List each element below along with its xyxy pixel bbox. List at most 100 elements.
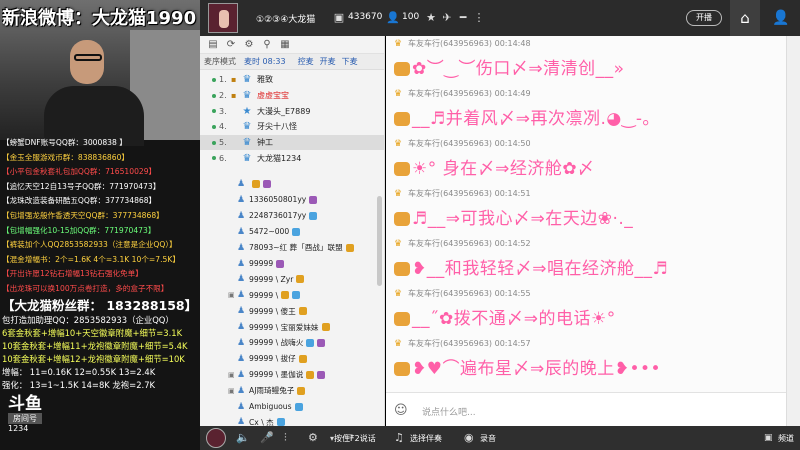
queue-item[interactable]: 4. ♛ 牙尖十八怪: [200, 119, 384, 135]
user-icon: ♟: [236, 353, 246, 364]
user-row[interactable]: ♟ 99999 \ Zyr: [200, 271, 384, 287]
user-row[interactable]: ▣ ♟ AJ雨琦鳗兔子: [200, 383, 384, 399]
video-stream: 新浪微博：大龙猫1990 【螃蟹DNF账号QQ群：3000838 】【金玉全服游…: [0, 0, 200, 450]
mic-mode-label[interactable]: 麦序模式: [204, 56, 236, 67]
location-icon[interactable]: ⚲: [260, 39, 274, 50]
online-dot: [212, 109, 216, 114]
message-sender[interactable]: 车友车行(643956963): [408, 189, 492, 198]
user-row[interactable]: ▣ ♟ 99999 \ 墨伽说: [200, 367, 384, 383]
user-row[interactable]: ♟ 99999 \ 宝丽爱妹妹: [200, 319, 384, 335]
mixer-icon[interactable]: ⫶: [284, 431, 287, 445]
message-sender[interactable]: 车友车行(643956963): [408, 239, 492, 248]
message-time: 00:14:57: [494, 339, 531, 348]
user-name: AJ雨琦鳗兔子: [249, 386, 295, 396]
queue-item[interactable]: 2. ▪ ♛ 虚虚宝宝: [200, 88, 384, 104]
user-icon: ♟: [236, 369, 246, 380]
viewer-count: 433670: [348, 12, 383, 22]
mic-icon[interactable]: 🎤: [260, 431, 274, 444]
home-icon[interactable]: ⌂: [730, 0, 760, 36]
chat-message: ♛ 车友车行(643956963) 00:14:49 __♬并着风〆⇒再次凛冽.◕‿…: [386, 88, 786, 138]
queue-item[interactable]: 1. ▪ ♛ 雅致: [200, 72, 384, 88]
user-icon: ♟: [236, 306, 246, 317]
overlay-line: 【包增强龙般作香透天空QQ群：377734868】: [2, 210, 164, 220]
more-icon[interactable]: ⋮: [472, 11, 486, 25]
accompany-label[interactable]: 选择伴奏: [410, 433, 442, 444]
queue-item[interactable]: 5. ♛ 钟工: [200, 134, 384, 151]
user-row[interactable]: ♟ 1336050801yy: [200, 192, 384, 208]
self-avatar[interactable]: [206, 428, 226, 448]
star-icon[interactable]: ★: [424, 11, 438, 25]
chat-message: ♛ 车友车行(643956963) 00:14:50 ☀° 身在〆⇒经济舱✿〆: [386, 138, 786, 188]
emoji-icon[interactable]: ☺: [394, 403, 408, 418]
user-row[interactable]: ♟ Ambiguous: [200, 399, 384, 415]
mic-mode-bar: 麦序模式 麦时 08:33 控麦 开麦 下麦: [200, 54, 384, 70]
user-row[interactable]: ♟ 99999 \ 拔仔: [200, 351, 384, 367]
message-text: ❥__和我轻轻〆⇒唱在经济舱__♬: [412, 259, 669, 279]
user-row[interactable]: ♟ 99999 \ 傻王: [200, 303, 384, 319]
message-sender[interactable]: 车友车行(643956963): [408, 39, 492, 48]
badge-icon: [298, 354, 307, 363]
channel-label[interactable]: 频道: [778, 433, 794, 444]
queue-number: 5.: [219, 138, 227, 148]
list-icon[interactable]: ▤: [206, 39, 220, 50]
user-row[interactable]: ♟ 2248736017yy: [200, 208, 384, 224]
user-row[interactable]: ♟ 78093~红 葬「酉战」联盟: [200, 240, 384, 256]
queue-number: 4.: [219, 122, 227, 132]
channel-icon[interactable]: ▣: [764, 433, 773, 443]
user-icon: ♛: [242, 137, 252, 149]
overlay-line: 【混金增幅书：2个=1.6K 4个=3.1K 10个=7.5K】: [2, 254, 180, 264]
channel-name: ①②③④大龙猫: [256, 15, 316, 25]
price-line: 6套金秋套+增幅10+天空徽章附魔+细节=3.1K: [2, 327, 183, 338]
minus-icon[interactable]: ━: [456, 11, 470, 25]
channel-avatar[interactable]: [208, 3, 238, 33]
refresh-icon[interactable]: ⟳: [224, 39, 238, 50]
music-icon[interactable]: ♫: [394, 431, 404, 444]
speaker-icon[interactable]: 🔈: [236, 431, 250, 444]
member-scrollbar[interactable]: [377, 196, 382, 286]
queue-item[interactable]: 6. ♛ 大龙猫1234: [200, 150, 384, 166]
message-sender[interactable]: 车友车行(643956963): [408, 289, 492, 298]
user-row[interactable]: ♟: [200, 176, 384, 192]
user-row[interactable]: ♟ 99999 \ 战嗨火: [200, 335, 384, 351]
queue-item[interactable]: 3. ★ 大漫头_E7889: [200, 103, 384, 119]
mic-link-0[interactable]: 控麦: [298, 56, 314, 67]
user-row[interactable]: ▣ ♟ 99999 \: [200, 287, 384, 303]
record-label[interactable]: 录音: [480, 433, 496, 444]
user-name: 99999 \ Zyr: [249, 274, 294, 284]
lock-icon: ▣: [228, 370, 235, 379]
push-to-talk-label[interactable]: 按住F2说话: [334, 433, 376, 444]
badge-icon: [321, 323, 330, 332]
grid-icon[interactable]: ▦: [278, 39, 292, 50]
badge-icon: [276, 259, 285, 268]
online-dot: [212, 93, 216, 98]
queue-number: 1.: [219, 75, 227, 85]
message-body: ☀° 身在〆⇒经济舱✿〆: [394, 154, 595, 179]
viewers-icon: ▣: [333, 11, 345, 24]
user-row[interactable]: ♟ Cx \ 杰: [200, 414, 384, 426]
chat-scrollbar[interactable]: [786, 36, 800, 426]
record-icon[interactable]: ◉: [464, 431, 474, 444]
message-sender[interactable]: 车友车行(643956963): [408, 89, 492, 98]
message-sender[interactable]: 车友车行(643956963): [408, 139, 492, 148]
settings-icon[interactable]: ⚙: [242, 39, 256, 50]
mic-link-1[interactable]: 开麦: [320, 56, 336, 67]
overlay-line: 【出龙珠可以换100万点卷打造，多的盒子不限】: [2, 283, 169, 293]
message-meta: ♛ 车友车行(643956963) 00:14:48: [394, 38, 531, 50]
user-row[interactable]: ♟ 99999: [200, 256, 384, 272]
message-sender[interactable]: 车友车行(643956963): [408, 339, 492, 348]
user-row[interactable]: ♟ 5472~000: [200, 224, 384, 240]
settings-icon-bottom[interactable]: ⚙: [308, 431, 318, 444]
start-broadcast-button[interactable]: 开播: [686, 10, 722, 26]
gift-icon: ▪: [231, 75, 237, 85]
chat-input[interactable]: 说点什么吧...: [422, 405, 476, 418]
mic-link-2[interactable]: 下麦: [342, 56, 358, 67]
vip-icon: ♛: [394, 339, 403, 349]
profile-icon[interactable]: 👤: [766, 0, 796, 36]
share-icon[interactable]: ✈: [440, 11, 454, 25]
online-dot: [212, 77, 216, 82]
queue-name: 大龙猫1234: [257, 153, 302, 163]
price-line: 强化： 13=1~1.5K 14=8K 龙袍=2.7K: [2, 379, 156, 390]
vip-icon: ♛: [394, 289, 403, 299]
price-line: 包打造加助理QQ：2853582933（企业QQ）: [2, 314, 174, 325]
chat-message: ♛ 车友车行(643956963) 00:14:51 ♬__⇒可我心〆⇒在天边❀·.…: [386, 188, 786, 238]
